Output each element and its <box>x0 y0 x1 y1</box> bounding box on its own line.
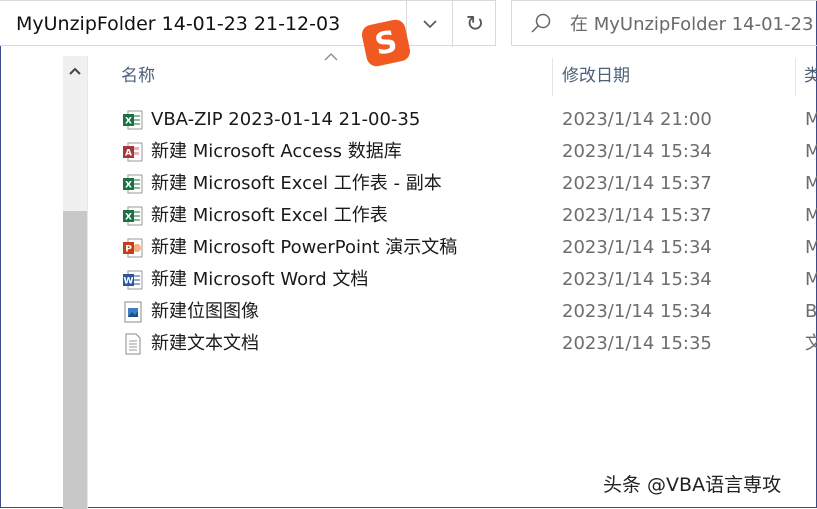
excel-icon: X <box>122 109 144 131</box>
chevron-down-icon <box>423 19 437 28</box>
svg-text:X: X <box>125 117 132 127</box>
search-input[interactable]: 在 MyUnzipFolder 14-01-23 <box>570 1 813 49</box>
chevron-up-icon <box>69 67 81 75</box>
column-header-date-modified[interactable]: 修改日期 <box>562 56 630 96</box>
svg-text:X: X <box>125 181 132 191</box>
file-date-modified: 2023/1/14 15:34 <box>562 237 712 258</box>
refresh-icon: ↻ <box>465 11 485 37</box>
svg-text:A: A <box>125 149 132 159</box>
refresh-button[interactable]: ↻ <box>456 1 494 47</box>
address-path[interactable]: MyUnzipFolder 14-01-23 21-12-03 <box>16 1 340 47</box>
file-name[interactable]: 新建位图图像 <box>151 296 259 328</box>
search-icon <box>531 13 551 33</box>
file-date-modified: 2023/1/14 15:34 <box>562 141 712 162</box>
address-history-dropdown[interactable] <box>410 1 450 47</box>
file-type: M <box>805 269 817 290</box>
file-row[interactable]: A 新建 Microsoft Access 数据库 2023/1/14 15:34 M <box>118 136 817 168</box>
file-date-modified: 2023/1/14 15:34 <box>562 301 712 322</box>
address-divider <box>452 1 453 47</box>
column-header-name[interactable]: 名称 <box>121 56 155 96</box>
file-row[interactable]: X 新建 Microsoft Excel 工作表 - 副本 2023/1/14 15… <box>118 168 817 200</box>
access-icon: A <box>122 141 144 163</box>
file-date-modified: 2023/1/14 21:00 <box>562 109 712 130</box>
file-name[interactable]: 新建 Microsoft Excel 工作表 - 副本 <box>151 168 442 200</box>
file-type: M <box>805 141 817 162</box>
file-date-modified: 2023/1/14 15:37 <box>562 173 712 194</box>
column-divider[interactable] <box>552 58 553 96</box>
file-date-modified: 2023/1/14 15:37 <box>562 205 712 226</box>
file-row[interactable]: P 新建 Microsoft PowerPoint 演示文稿 2023/1/14 1… <box>118 232 817 264</box>
file-name[interactable]: 新建 Microsoft PowerPoint 演示文稿 <box>151 232 457 264</box>
file-type: M <box>805 109 817 130</box>
file-row[interactable]: 新建位图图像 2023/1/14 15:34 B <box>118 296 817 328</box>
ime-logo-letter: S <box>371 23 401 63</box>
nav-pane-divider <box>87 56 88 509</box>
column-divider[interactable] <box>795 58 796 96</box>
file-name[interactable]: VBA-ZIP 2023-01-14 21-00-35 <box>151 104 420 136</box>
address-bar[interactable]: MyUnzipFolder 14-01-23 21-12-03 ↻ <box>0 0 496 47</box>
text-file-icon <box>122 333 144 355</box>
scrollbar-thumb[interactable] <box>63 211 87 509</box>
svg-text:W: W <box>124 277 134 287</box>
file-name[interactable]: 新建文本文档 <box>151 328 259 360</box>
scroll-up-button[interactable] <box>63 56 87 86</box>
file-row[interactable]: X 新建 Microsoft Excel 工作表 2023/1/14 15:37 M <box>118 200 817 232</box>
file-type: 文 <box>805 333 817 354</box>
excel-icon: X <box>122 173 144 195</box>
powerpoint-icon: P <box>122 237 144 259</box>
search-box[interactable]: 在 MyUnzipFolder 14-01-23 <box>511 0 817 46</box>
file-row[interactable]: X VBA-ZIP 2023-01-14 21-00-35 2023/1/14 21… <box>118 104 817 136</box>
watermark: 头条 @VBA语言専攻 <box>603 474 782 496</box>
nav-pane-scrollbar[interactable] <box>63 56 87 509</box>
file-date-modified: 2023/1/14 15:34 <box>562 269 712 290</box>
bitmap-icon <box>122 301 144 323</box>
sort-ascending-icon <box>324 53 338 61</box>
excel-icon: X <box>122 205 144 227</box>
svg-text:P: P <box>125 245 132 255</box>
file-type: B <box>805 301 817 322</box>
file-name[interactable]: 新建 Microsoft Access 数据库 <box>151 136 402 168</box>
file-type: M <box>805 173 817 194</box>
file-name[interactable]: 新建 Microsoft Word 文档 <box>151 264 368 296</box>
column-header-type[interactable]: 类 <box>804 56 817 96</box>
file-row[interactable]: 新建文本文档 2023/1/14 15:35 文 <box>118 328 817 360</box>
file-type: M <box>805 205 817 226</box>
file-row[interactable]: W 新建 Microsoft Word 文档 2023/1/14 15:34 M <box>118 264 817 296</box>
svg-text:X: X <box>125 213 132 223</box>
file-date-modified: 2023/1/14 15:35 <box>562 333 712 354</box>
file-type: M <box>805 237 817 258</box>
file-name[interactable]: 新建 Microsoft Excel 工作表 <box>151 200 388 232</box>
word-icon: W <box>122 269 144 291</box>
